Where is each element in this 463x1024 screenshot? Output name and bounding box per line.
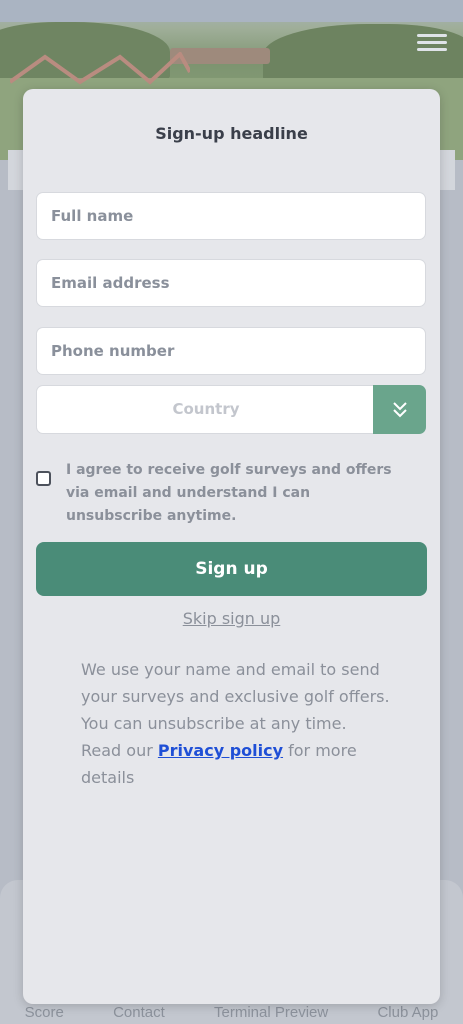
country-select-label: Country xyxy=(172,400,240,418)
hero-path-graphic xyxy=(10,52,190,85)
info-read-prefix: Read our xyxy=(81,741,153,760)
privacy-info: We use your name and email to send your … xyxy=(81,656,401,791)
phone-input[interactable] xyxy=(36,327,426,375)
consent-text: I agree to receive golf surveys and offe… xyxy=(66,462,392,524)
double-chevron-down-icon xyxy=(392,401,407,417)
nav-item-contact[interactable]: Contact xyxy=(113,1004,165,1021)
info-text-line2: You can unsubscribe at any time. xyxy=(81,714,347,733)
nav-item-score[interactable]: Score xyxy=(25,1004,64,1021)
country-dropdown-button[interactable] xyxy=(373,385,426,434)
signup-button[interactable]: Sign up xyxy=(36,542,427,596)
email-input[interactable] xyxy=(36,259,426,307)
hamburger-icon[interactable] xyxy=(417,34,447,52)
hero-sky xyxy=(0,0,463,22)
page-edge-right xyxy=(439,150,455,190)
nav-item-club-app[interactable]: Club App xyxy=(377,1004,438,1021)
page-edge-left xyxy=(8,150,24,190)
country-select[interactable]: Country xyxy=(36,385,426,434)
info-text-line3: Read our Privacy policy for more details xyxy=(81,737,401,791)
signup-headline: Sign-up headline xyxy=(155,124,308,143)
privacy-policy-link[interactable]: Privacy policy xyxy=(158,741,283,760)
skip-signup-link[interactable]: Skip sign up xyxy=(0,609,463,628)
consent-checkbox[interactable] xyxy=(36,471,51,486)
full-name-input[interactable] xyxy=(36,192,426,240)
nav-item-terminal-preview[interactable]: Terminal Preview xyxy=(214,1004,328,1021)
info-text-line1: We use your name and email to send your … xyxy=(81,660,390,706)
